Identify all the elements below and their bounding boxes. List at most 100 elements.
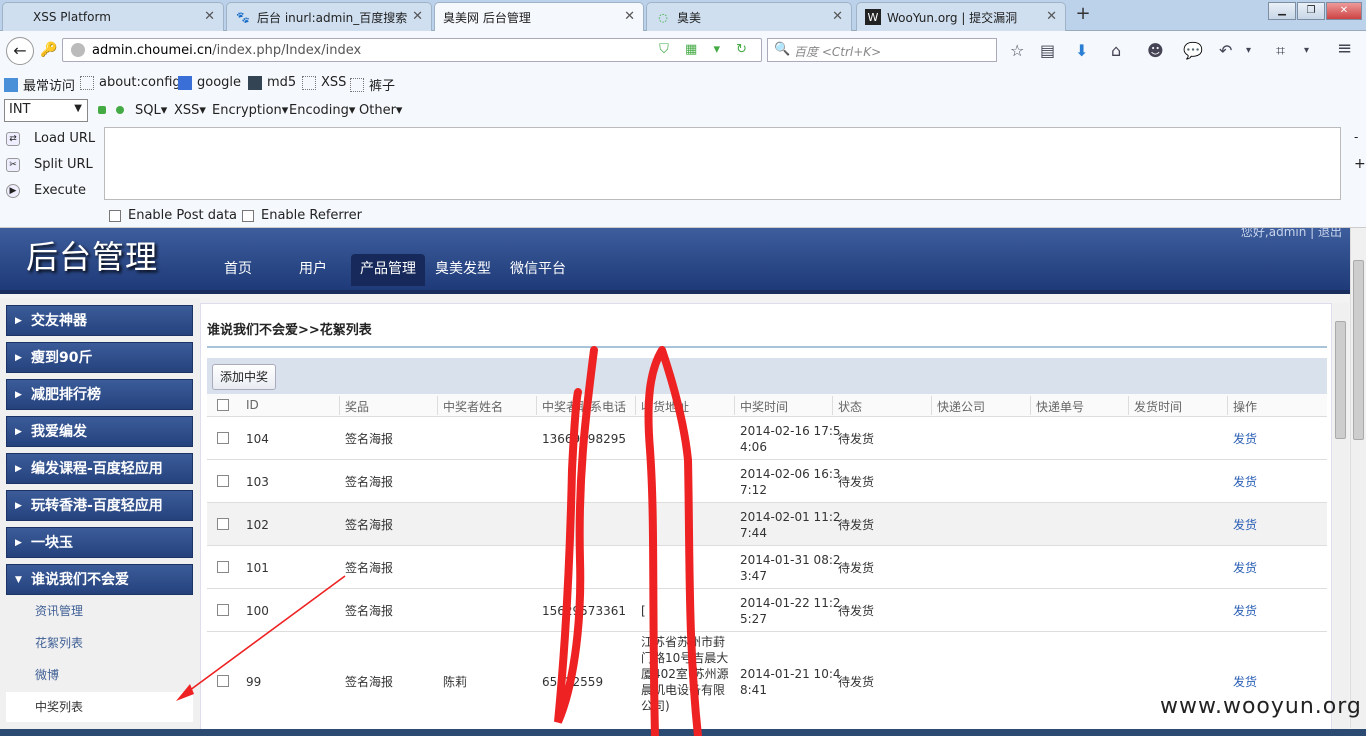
encoding-menu[interactable]: Encoding▾ [289, 103, 355, 118]
select-all-checkbox[interactable] [217, 399, 229, 411]
sidebar-item-highlights[interactable]: 花絮列表 [6, 628, 193, 658]
shrink-button[interactable]: - [1354, 130, 1358, 144]
undo-icon[interactable]: ↶ [1219, 41, 1232, 60]
restore-icon[interactable]: ❐ [1297, 2, 1325, 20]
user-greeting[interactable]: 您好,admin | 退出 [1241, 228, 1342, 240]
browser-tab-active[interactable]: 臭美网 后台管理 ✕ [434, 2, 644, 32]
ship-link[interactable]: 发货 [1233, 560, 1257, 576]
sidebar-group[interactable]: ▶ 玩转香港-百度轻应用 [6, 490, 193, 521]
close-window-icon[interactable]: ✕ [1326, 2, 1362, 20]
type-select[interactable]: INT ▼ [4, 99, 88, 122]
page-scrollbar[interactable] [1350, 228, 1366, 728]
row-checkbox[interactable] [217, 518, 229, 530]
xss-menu[interactable]: XSS▾ [174, 103, 206, 118]
cell-phone: 15629573361 [542, 604, 626, 618]
scroll-thumb[interactable] [1335, 321, 1346, 439]
caret-right-icon: ▶ [15, 316, 22, 326]
sidebar-group[interactable]: ▶ 编发课程-百度轻应用 [6, 453, 193, 484]
ship-link[interactable]: 发货 [1233, 674, 1257, 690]
bookmark-label: 最常访问 [23, 79, 76, 94]
star-icon[interactable]: ☆ [1010, 41, 1024, 60]
nav-hairstyles[interactable]: 臭美发型 [426, 254, 500, 286]
bookmarks-bar: 最常访问 about:config google md5 XSS 裤子 [0, 69, 1366, 96]
reading-list-icon[interactable]: ▤ [1040, 41, 1055, 60]
bookmark-item[interactable]: 裤子 [350, 75, 395, 94]
row-checkbox[interactable] [217, 475, 229, 487]
page-header: 后台管理 您好,admin | 退出 首页 用户 产品管理 臭美发型 微信平台 [0, 228, 1350, 294]
row-checkbox[interactable] [217, 675, 229, 687]
sidebar-group[interactable]: ▶ 我爱编发 [6, 416, 193, 447]
row-checkbox[interactable] [217, 604, 229, 616]
home-icon[interactable]: ⌂ [1111, 41, 1121, 60]
tab-title: 后台 inurl:admin_百度搜索 [257, 10, 408, 25]
encryption-menu[interactable]: Encryption▾ [212, 103, 288, 118]
time-line: 2014-02-16 17:5 [740, 424, 841, 438]
browser-tab[interactable]: W WooYun.org | 提交漏洞 ✕ [856, 2, 1066, 31]
bookmark-item[interactable]: about:config [80, 75, 181, 90]
ship-link[interactable]: 发货 [1233, 431, 1257, 447]
bookmark-item[interactable]: md5 [248, 75, 296, 90]
nav-wechat[interactable]: 微信平台 [501, 254, 575, 286]
sidebar-group[interactable]: ▶ 一块玉 [6, 527, 193, 558]
chevron-down-icon[interactable]: ▾ [1304, 45, 1309, 56]
bookmark-item[interactable]: 最常访问 [4, 75, 75, 94]
scroll-thumb[interactable] [1353, 260, 1364, 440]
sidebar-group-expanded[interactable]: ▼ 谁说我们不会爱 [6, 564, 193, 595]
ship-link[interactable]: 发货 [1233, 517, 1257, 533]
ship-link[interactable]: 发货 [1233, 474, 1257, 490]
nav-products[interactable]: 产品管理 [351, 254, 425, 286]
close-tab-icon[interactable]: ✕ [412, 9, 423, 24]
search-input[interactable]: 🔍 百度 <Ctrl+K> [767, 38, 997, 62]
new-tab-button[interactable]: + [1072, 4, 1094, 26]
winners-table: ID 奖品 中奖者姓名 中奖者联系电话 收货地址 中奖时间 状态 快递公司 快递… [207, 394, 1327, 729]
minus-icon[interactable] [98, 106, 106, 114]
emoji-icon[interactable]: ☻ [1147, 41, 1164, 60]
content-scrollbar[interactable] [1333, 303, 1349, 730]
sidebar-group[interactable]: ▶ 交友神器 [6, 305, 193, 336]
other-menu[interactable]: Other▾ [359, 103, 402, 118]
crop-icon[interactable]: ⌗ [1276, 41, 1285, 61]
column-header: 中奖时间 [740, 400, 789, 414]
download-icon[interactable]: ⬇ [1075, 41, 1088, 60]
sidebar-item-winners[interactable]: 中奖列表 [6, 692, 193, 722]
split-url-button[interactable]: ✂ Split URL [6, 157, 93, 172]
close-tab-icon[interactable]: ✕ [1046, 9, 1057, 24]
sql-menu[interactable]: SQL▾ [135, 103, 167, 118]
bookmark-item[interactable]: XSS [302, 75, 346, 90]
close-tab-icon[interactable]: ✕ [624, 9, 635, 24]
sidebar-item-weibo[interactable]: 微博 [6, 660, 193, 690]
close-tab-icon[interactable]: ✕ [204, 9, 215, 24]
add-winner-button[interactable]: 添加中奖 [212, 364, 277, 390]
sidebar-group[interactable]: ▶ 减肥排行榜 [6, 379, 193, 410]
enable-post-checkbox[interactable]: Enable Post data [109, 208, 237, 223]
minimize-icon[interactable]: ▁ [1268, 2, 1296, 20]
back-arrow-icon[interactable]: ← [6, 37, 34, 65]
close-tab-icon[interactable]: ✕ [832, 9, 843, 24]
nav-users[interactable]: 用户 [290, 254, 336, 286]
browser-tab[interactable]: ◌ 臭美 ✕ [646, 2, 852, 31]
cell-time: 2014-01-22 11:2 5:27 [740, 595, 841, 627]
address-bar[interactable]: admin.choumei.cn/index.php/Index/index ⛉… [62, 38, 762, 62]
execute-button[interactable]: ▶ Execute [6, 183, 86, 198]
chat-icon[interactable]: 💬 [1183, 41, 1203, 60]
enable-referrer-checkbox[interactable]: Enable Referrer [242, 208, 362, 223]
sidebar-item-news[interactable]: 资讯管理 [6, 596, 193, 626]
browser-tab[interactable]: XSS Platform ✕ [2, 2, 224, 31]
row-checkbox[interactable] [217, 561, 229, 573]
grow-button[interactable]: + [1354, 156, 1366, 172]
load-url-button[interactable]: ⇄ Load URL [6, 131, 95, 146]
ship-link[interactable]: 发货 [1233, 603, 1257, 619]
menu-icon[interactable]: ≡ [1337, 38, 1352, 59]
browser-tab[interactable]: 🐾 后台 inurl:admin_百度搜索 ✕ [226, 2, 432, 31]
bookmark-item[interactable]: google [178, 75, 241, 90]
chevron-down-icon[interactable]: ▾ [1246, 45, 1251, 56]
row-checkbox[interactable] [217, 432, 229, 444]
plus-icon[interactable] [116, 106, 124, 114]
cell-id: 104 [246, 432, 269, 446]
shield-qr-reload-icons[interactable]: ⛉ ▦ ▾ ↻ [659, 42, 753, 57]
column-header: 奖品 [345, 400, 370, 414]
url-textarea[interactable] [104, 127, 1341, 200]
key-icon[interactable]: 🔑 [40, 42, 57, 58]
sidebar-group[interactable]: ▶ 瘦到90斤 [6, 342, 193, 373]
nav-home[interactable]: 首页 [215, 254, 261, 286]
